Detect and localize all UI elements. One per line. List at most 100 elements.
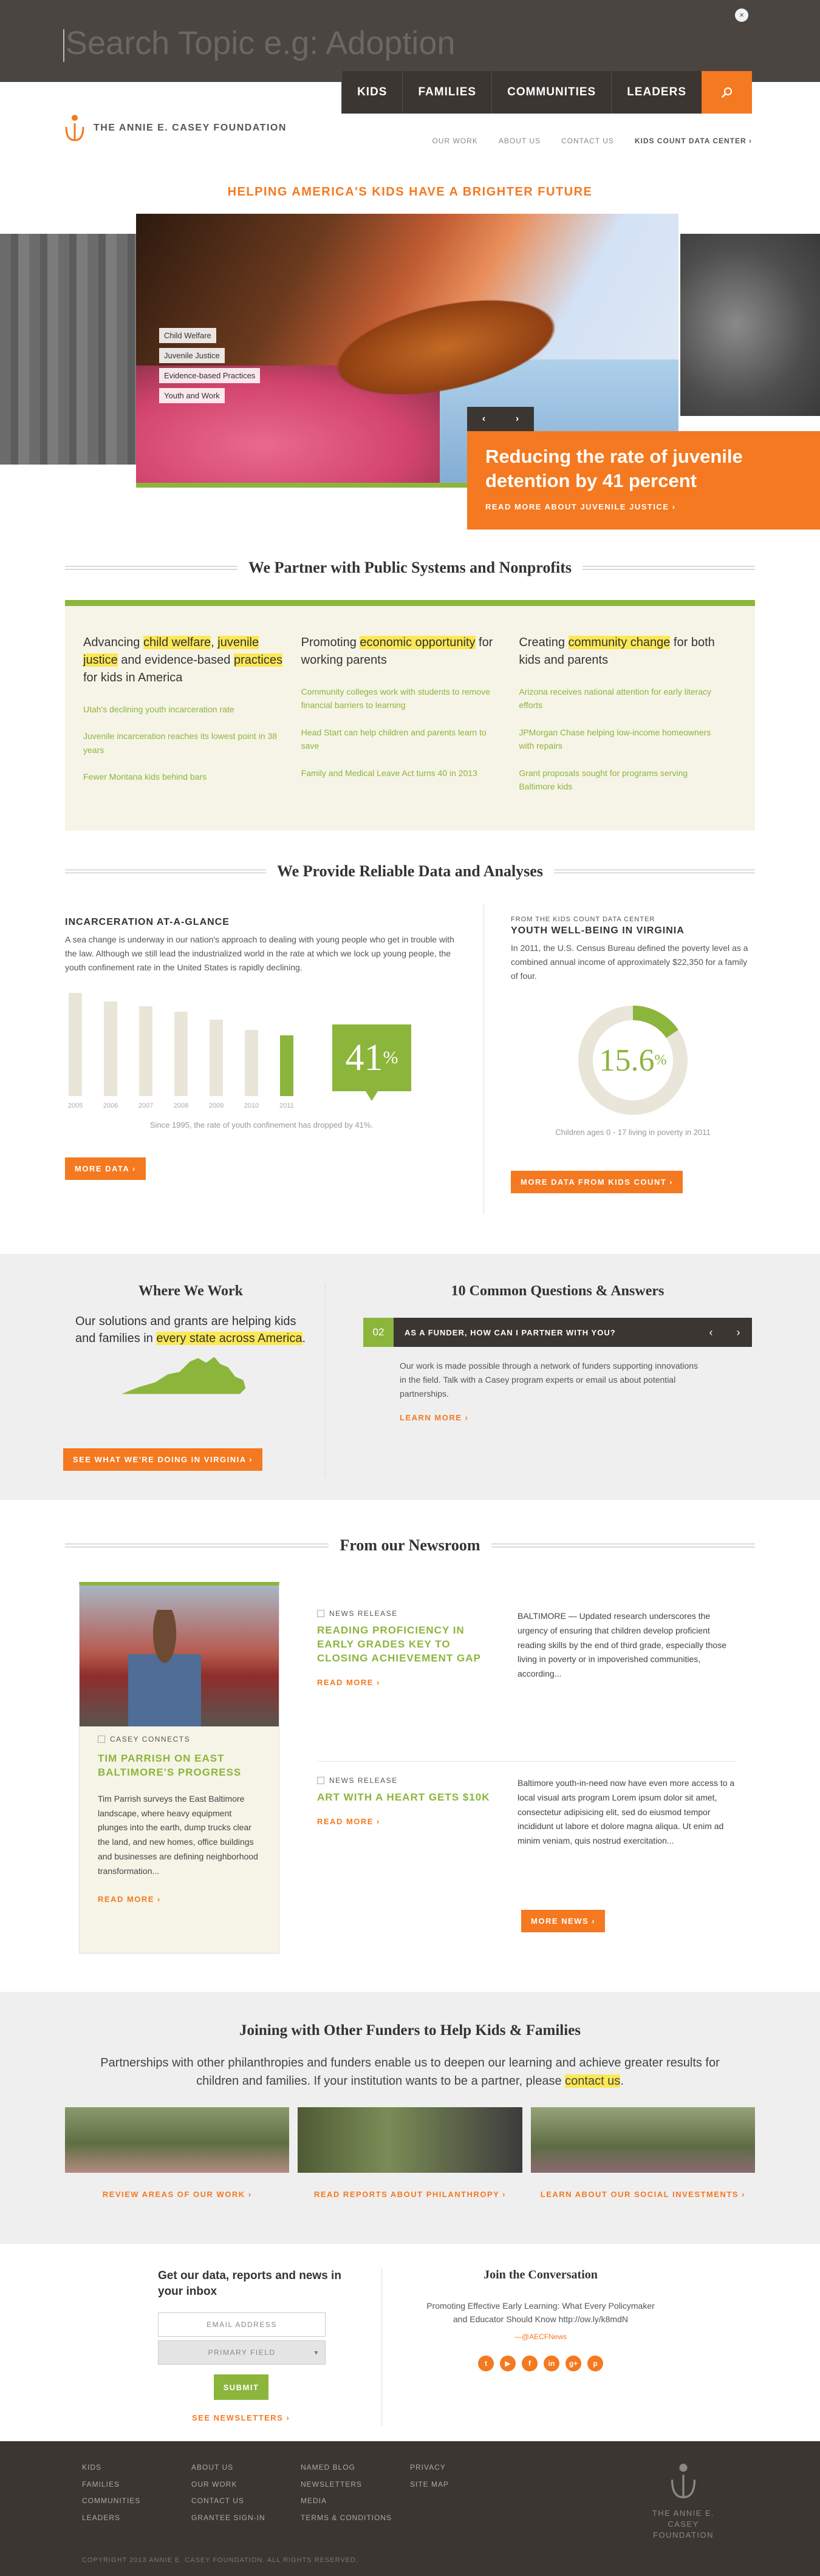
youtube-icon[interactable]: ▶ bbox=[500, 2355, 516, 2371]
pinterest-icon[interactable]: p bbox=[587, 2355, 603, 2371]
funders-photo[interactable] bbox=[530, 2107, 755, 2173]
virginia-map-icon[interactable] bbox=[121, 1351, 249, 1400]
facebook-icon[interactable]: f bbox=[522, 2355, 538, 2371]
util-our-work[interactable]: OUR WORK bbox=[432, 137, 478, 145]
more-data-button[interactable]: MORE DATA › bbox=[65, 1157, 146, 1181]
see-newsletters-link[interactable]: SEE NEWSLETTERS › bbox=[192, 2413, 352, 2422]
hero-tag[interactable]: Juvenile Justice bbox=[159, 348, 225, 363]
partner-link[interactable]: Juvenile incarceration reaches its lowes… bbox=[83, 729, 284, 757]
faq-nav: ‹ › bbox=[697, 1326, 752, 1339]
social-investments-link[interactable]: LEARN ABOUT OUR SOCIAL INVESTMENTS › bbox=[531, 2190, 755, 2199]
footer-link[interactable]: NAMED BLOG bbox=[301, 2459, 410, 2476]
footer-link[interactable]: KIDS bbox=[82, 2459, 191, 2476]
contact-us-link[interactable]: contact us bbox=[565, 2074, 621, 2088]
util-contact-us[interactable]: CONTACT US bbox=[561, 137, 614, 145]
hero-tag[interactable]: Child Welfare bbox=[159, 328, 216, 343]
chevron-right-icon[interactable]: › bbox=[516, 414, 519, 424]
partner-link[interactable]: Grant proposals sought for programs serv… bbox=[519, 766, 720, 794]
partner-link[interactable]: Arizona receives national attention for … bbox=[519, 685, 720, 712]
funders-photo[interactable] bbox=[298, 2107, 522, 2173]
email-field[interactable]: EMAIL ADDRESS bbox=[158, 2312, 326, 2337]
chevron-left-icon[interactable]: ‹ bbox=[709, 1326, 713, 1339]
hero-next-image[interactable] bbox=[680, 234, 820, 416]
donut-value: 15.6 bbox=[599, 1043, 655, 1078]
util-kids-count[interactable]: KIDS COUNT DATA CENTER › bbox=[635, 137, 752, 145]
google-plus-icon[interactable]: g+ bbox=[565, 2355, 581, 2371]
close-icon[interactable]: × bbox=[735, 9, 748, 22]
topic-link[interactable]: practices bbox=[233, 653, 282, 667]
virginia-button[interactable]: SEE WHAT WE'RE DOING IN VIRGINIA › bbox=[63, 1448, 263, 1471]
hero-tag[interactable]: Evidence-based Practices bbox=[159, 368, 261, 383]
news-item: NEWS RELEASE READING PROFICIENCY IN EARL… bbox=[317, 1609, 736, 1687]
news-summary: BALTIMORE — Updated research underscores… bbox=[518, 1611, 726, 1679]
submit-button[interactable]: SUBMIT bbox=[214, 2374, 268, 2401]
hero-tag[interactable]: Youth and Work bbox=[159, 388, 225, 403]
linkedin-icon[interactable]: in bbox=[544, 2355, 559, 2371]
topic-link[interactable]: community change bbox=[568, 636, 671, 649]
nav-kids[interactable]: KIDS bbox=[341, 71, 403, 114]
news-read-more-link[interactable]: READ MORE › bbox=[317, 1678, 518, 1687]
more-news-button[interactable]: MORE NEWS › bbox=[521, 1910, 606, 1932]
partner-link[interactable]: Utah's declining youth incarceration rat… bbox=[83, 703, 284, 716]
featured-story-card[interactable]: CASEY CONNECTS TIM PARRISH ON EAST BALTI… bbox=[79, 1582, 279, 1954]
topic-link[interactable]: economic opportunity bbox=[360, 636, 476, 649]
copyright: COPYRIGHT 2013 ANNIE E. CASEY FOUNDATION… bbox=[82, 2557, 359, 2564]
footer-link[interactable]: NEWSLETTERS bbox=[301, 2476, 410, 2493]
partner-link[interactable]: Fewer Montana kids behind bars bbox=[83, 770, 284, 783]
hero-prev-image[interactable] bbox=[0, 234, 137, 465]
chevron-left-icon[interactable]: ‹ bbox=[482, 414, 485, 424]
topic-link[interactable]: child welfare bbox=[143, 636, 211, 649]
review-areas-link[interactable]: REVIEW AREAS OF OUR WORK › bbox=[65, 2190, 289, 2199]
footer-link[interactable]: PRIVACY bbox=[410, 2459, 519, 2476]
footer-logo[interactable]: THE ANNIE E. CASEY FOUNDATION bbox=[638, 2459, 729, 2541]
footer-link[interactable]: COMMUNITIES bbox=[82, 2493, 191, 2510]
story-headline[interactable]: TIM PARRISH ON EAST BALTIMORE'S PROGRESS bbox=[98, 1752, 261, 1780]
footer-link[interactable]: MEDIA bbox=[301, 2493, 410, 2510]
footer-link[interactable]: GRANTEE SIGN-IN bbox=[191, 2510, 301, 2527]
partner-link[interactable]: Community colleges work with students to… bbox=[301, 685, 502, 712]
nav-leaders[interactable]: LEADERS bbox=[611, 71, 702, 114]
search-placeholder: Search Topic e.g: Adoption bbox=[66, 25, 456, 61]
read-reports-link[interactable]: READ REPORTS ABOUT PHILANTHROPY › bbox=[298, 2190, 522, 2199]
primary-field-select[interactable]: PRIMARY FIELD bbox=[158, 2340, 326, 2365]
twitter-icon[interactable]: t bbox=[478, 2355, 494, 2371]
footer-link[interactable]: ABOUT US bbox=[191, 2459, 301, 2476]
donut-sign: % bbox=[654, 1052, 667, 1068]
util-about-us[interactable]: ABOUT US bbox=[499, 137, 541, 145]
footer-link[interactable]: CONTACT US bbox=[191, 2493, 301, 2510]
funders-links: REVIEW AREAS OF OUR WORK › READ REPORTS … bbox=[65, 2190, 755, 2199]
partner-link[interactable]: JPMorgan Chase helping low-income homeow… bbox=[519, 726, 720, 753]
nav-families[interactable]: FAMILIES bbox=[402, 71, 492, 114]
news-headline[interactable]: READING PROFICIENCY IN EARLY GRADES KEY … bbox=[317, 1624, 493, 1666]
funders-photo[interactable] bbox=[65, 2107, 290, 2173]
nav-communities[interactable]: COMMUNITIES bbox=[491, 71, 612, 114]
document-icon bbox=[317, 1610, 324, 1617]
partner-link[interactable]: Family and Medical Leave Act turns 40 in… bbox=[301, 766, 502, 780]
partner-heading: Advancing child welfare, juvenile justic… bbox=[83, 634, 284, 687]
news-item: NEWS RELEASE ART WITH A HEART GETS $10K … bbox=[317, 1776, 736, 1849]
footer-link[interactable]: SITE MAP bbox=[410, 2476, 519, 2493]
states-link[interactable]: every state across America bbox=[156, 1332, 302, 1345]
heading-text: Creating bbox=[519, 636, 569, 649]
faq-learn-more-link[interactable]: LEARN MORE › bbox=[400, 1413, 752, 1422]
footer-link[interactable]: LEADERS bbox=[82, 2510, 191, 2527]
site-footer: KIDS FAMILIES COMMUNITIES LEADERS ABOUT … bbox=[0, 2441, 820, 2576]
section-heading: From our Newsroom bbox=[65, 1536, 755, 1555]
story-read-more-link[interactable]: READ MORE › bbox=[98, 1895, 261, 1904]
search-button[interactable] bbox=[702, 71, 752, 114]
faq-answer: Our work is made possible through a netw… bbox=[400, 1361, 699, 1399]
newsletter-section: Get our data, reports and news in your i… bbox=[0, 2244, 820, 2441]
news-read-more-link[interactable]: READ MORE › bbox=[317, 1817, 518, 1826]
news-headline[interactable]: ART WITH A HEART GETS $10K bbox=[317, 1791, 493, 1805]
footer-link[interactable]: TERMS & CONDITIONS bbox=[301, 2510, 410, 2527]
kids-count-data-button[interactable]: MORE DATA FROM KIDS COUNT › bbox=[511, 1171, 683, 1194]
footer-link[interactable]: FAMILIES bbox=[82, 2476, 191, 2493]
search-input[interactable]: Search Topic e.g: Adoption bbox=[63, 24, 455, 62]
twitter-handle[interactable]: —@AECFNews bbox=[419, 2332, 662, 2341]
foundation-logo[interactable]: THE ANNIE E. CASEY FOUNDATION bbox=[63, 114, 287, 143]
footer-link[interactable]: OUR WORK bbox=[191, 2476, 301, 2493]
partner-link[interactable]: Head Start can help children and parents… bbox=[301, 726, 502, 753]
chevron-right-icon[interactable]: › bbox=[737, 1326, 740, 1339]
hero-read-more-link[interactable]: READ MORE ABOUT JUVENILE JUSTICE › bbox=[485, 502, 802, 511]
latest-tweet[interactable]: Promoting Effective Early Learning: What… bbox=[419, 2299, 662, 2326]
